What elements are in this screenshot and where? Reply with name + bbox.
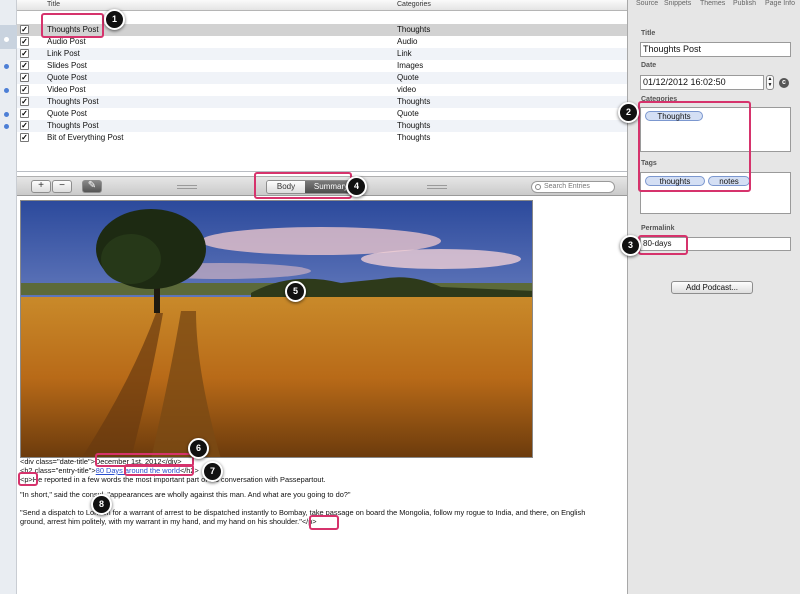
post-title: Quote Post — [47, 73, 88, 82]
search-entries-input[interactable]: Search Entries — [531, 181, 615, 193]
annotation-highlight — [309, 515, 339, 530]
step-marker: 8 — [91, 494, 112, 515]
post-category: Quote — [397, 73, 419, 82]
post-category: Thoughts — [397, 97, 431, 106]
date-stepper[interactable]: ▲ ▼ — [766, 75, 774, 90]
table-row[interactable]: ✓ Video Post video — [17, 84, 627, 96]
permalink-label: Permalink — [641, 225, 675, 232]
paragraph-text: "In short," said the consul, "appearance… — [20, 490, 351, 499]
code-line-ground: ground, arrest him politely, with my war… — [20, 517, 317, 526]
publish-checkbox[interactable]: ✓ — [20, 121, 29, 130]
publish-checkbox[interactable]: ✓ — [20, 61, 29, 70]
date-label: Date — [641, 62, 657, 69]
annotation-highlight — [254, 172, 352, 199]
table-row[interactable]: ✓ Quote Post Quote — [17, 72, 627, 84]
post-category: Images — [397, 61, 424, 70]
date-field[interactable]: 01/12/2012 16:02:50 — [640, 75, 764, 90]
unread-dot-icon — [4, 37, 9, 42]
publish-checkbox[interactable]: ✓ — [20, 25, 29, 34]
tab-source[interactable]: Source — [636, 0, 658, 7]
post-category: Thoughts — [397, 133, 431, 142]
column-header-title[interactable]: Title — [47, 1, 60, 8]
tab-themes[interactable]: Themes — [700, 0, 725, 7]
table-row[interactable]: ✓ Slides Post Images — [17, 60, 627, 72]
post-title: Quote Post — [47, 109, 88, 118]
code-line-paragraph: <p>He reported in a few words the most i… — [20, 475, 326, 484]
annotation-highlight — [638, 235, 688, 255]
post-category: Thoughts — [397, 121, 431, 130]
table-row[interactable]: ✓ Quote Post Quote — [17, 108, 627, 120]
tab-publish[interactable]: Publish — [733, 0, 756, 7]
inspector-panel: Source Snippets Themes Publish Page Info… — [627, 0, 800, 594]
left-gutter — [0, 0, 17, 594]
post-category: video — [397, 85, 417, 94]
step-marker: 3 — [620, 235, 641, 256]
edit-pencil-icon[interactable]: ✎ — [82, 180, 102, 193]
annotation-highlight — [18, 472, 38, 486]
add-post-button[interactable]: + — [31, 180, 51, 193]
post-title: Link Post — [47, 49, 80, 58]
annotation-highlight — [638, 101, 751, 192]
inspector-tabs: Source Snippets Themes Publish Page Info — [628, 0, 800, 11]
publish-checkbox[interactable]: ✓ — [20, 37, 29, 46]
unread-dot-icon — [4, 88, 9, 93]
step-marker: 2 — [618, 102, 639, 123]
publish-checkbox[interactable]: ✓ — [20, 97, 29, 106]
unread-dot-icon — [4, 64, 9, 69]
post-category: Quote — [397, 109, 419, 118]
unread-dot-icon — [4, 112, 9, 117]
search-placeholder: Search Entries — [544, 183, 590, 190]
publish-checkbox[interactable]: ✓ — [20, 109, 29, 118]
table-row[interactable]: ✓ Bit of Everything Post Thoughts — [17, 132, 627, 144]
post-title: Thoughts Post — [47, 121, 99, 130]
publish-checkbox[interactable]: ✓ — [20, 73, 29, 82]
post-category: Link — [397, 49, 412, 58]
table-row[interactable]: ✓ Thoughts Post Thoughts — [17, 120, 627, 132]
tab-snippets[interactable]: Snippets — [664, 0, 691, 7]
title-field[interactable]: Thoughts Post — [640, 42, 791, 57]
publish-checkbox[interactable]: ✓ — [20, 133, 29, 142]
post-title: Video Post — [47, 85, 86, 94]
post-category: Audio — [397, 37, 418, 46]
post-title: Thoughts Post — [47, 97, 99, 106]
annotation-highlight — [41, 13, 104, 38]
step-marker: 6 — [188, 438, 209, 459]
clock-icon[interactable]: c — [779, 78, 789, 88]
search-icon — [535, 184, 541, 190]
post-title: Bit of Everything Post — [47, 133, 124, 142]
code-text: <div class="date-title"> — [20, 457, 95, 466]
code-line-quote: "In short," said the consul, "appearance… — [20, 490, 351, 499]
title-label: Title — [641, 30, 656, 37]
step-marker: 5 — [285, 281, 306, 302]
paragraph-text: He reported in a few words the most impo… — [32, 475, 326, 484]
post-category: Thoughts — [397, 25, 431, 34]
landscape-image — [21, 201, 532, 457]
table-row[interactable]: ✓ Thoughts Post Thoughts — [17, 96, 627, 108]
remove-post-button[interactable]: − — [52, 180, 72, 193]
add-podcast-button[interactable]: Add Podcast... — [671, 281, 753, 294]
post-title: Audio Post — [47, 37, 86, 46]
table-row[interactable]: ✓ Audio Post Audio — [17, 36, 627, 48]
unread-dot-icon — [4, 124, 9, 129]
entry-editor[interactable]: <div class="date-title">December 1st, 20… — [17, 197, 627, 594]
step-marker: 1 — [104, 9, 125, 30]
step-marker: 4 — [346, 176, 367, 197]
annotation-highlight — [124, 464, 194, 476]
resize-grip-icon[interactable] — [427, 185, 447, 189]
entry-photo — [20, 200, 533, 458]
resize-grip-icon[interactable] — [177, 185, 197, 189]
table-row[interactable]: ✓ Link Post Link — [17, 48, 627, 60]
step-marker: 7 — [202, 461, 223, 482]
post-title: Slides Post — [47, 61, 88, 70]
column-header-categories[interactable]: Categories — [397, 1, 431, 8]
tab-page-info[interactable]: Page Info — [765, 0, 795, 7]
publish-checkbox[interactable]: ✓ — [20, 49, 29, 58]
paragraph-text: ground, arrest him politely, with my war… — [20, 517, 302, 526]
publish-checkbox[interactable]: ✓ — [20, 85, 29, 94]
